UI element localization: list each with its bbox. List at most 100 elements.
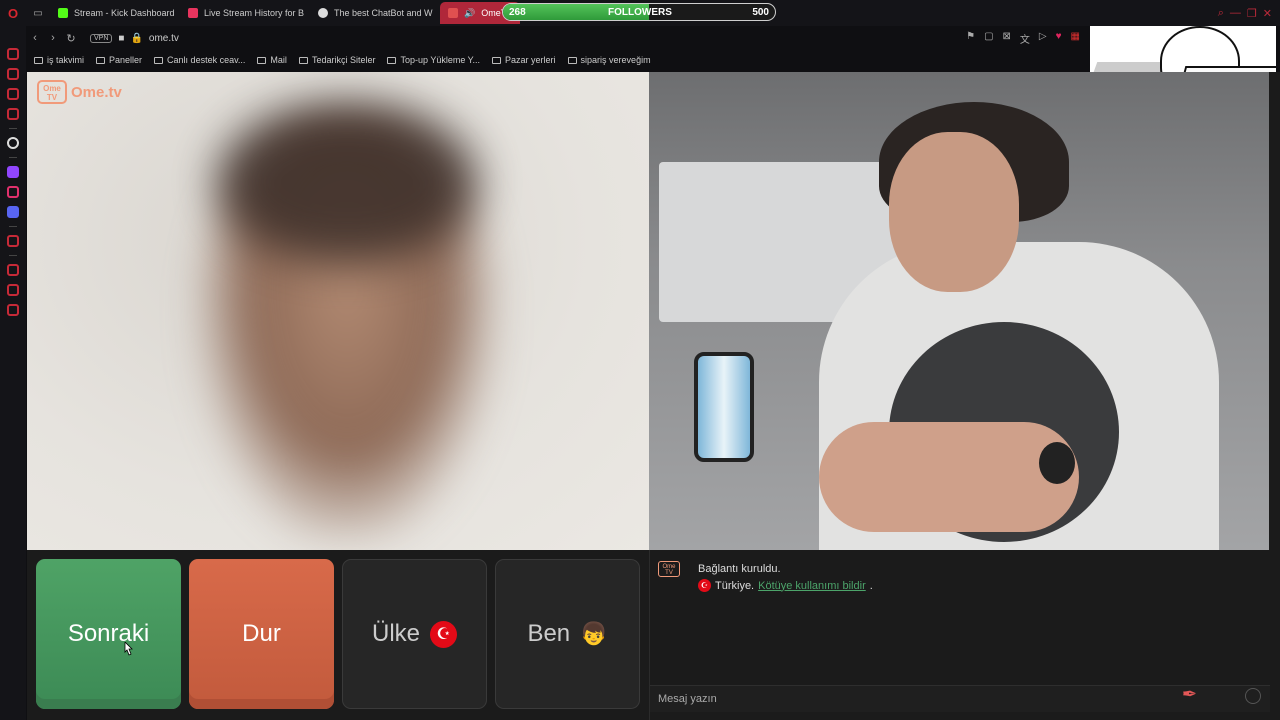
instagram-icon[interactable]	[7, 186, 19, 198]
minimize-icon[interactable]: —	[1230, 7, 1241, 19]
bookmark-label: Mail	[270, 55, 287, 65]
vpn-badge[interactable]: VPN	[90, 33, 113, 43]
chat-country-message: ☪ Türkiye. Kötüye kullanımı bildir.	[698, 579, 873, 592]
me-button-label: Ben	[527, 620, 571, 647]
close-icon[interactable]: ✕	[1263, 7, 1272, 20]
chatgpt-icon[interactable]	[7, 137, 19, 149]
address-actions: ⚑ ▢ ⊠ 文 ▷ ♥ ▦	[966, 31, 1080, 46]
folder-icon	[257, 56, 267, 64]
bookmark-folder[interactable]: Canlı destek ceav...	[154, 55, 245, 65]
turkey-flag-icon: ☪	[698, 579, 711, 592]
speed-dial-icon[interactable]	[7, 48, 19, 60]
extension-icon[interactable]: ▦	[1071, 31, 1080, 46]
chat-ometv-logo: Ome TV	[658, 561, 680, 577]
stop-button[interactable]: Dur	[189, 559, 334, 709]
bookmark-label: Top-up Yükleme Y...	[400, 55, 481, 65]
folder-icon	[492, 56, 502, 64]
bookmark-label: Tedarikçi Siteler	[311, 55, 376, 65]
translate-icon[interactable]: 文	[1020, 31, 1030, 46]
bookmark-label: Canlı destek ceav...	[167, 55, 246, 65]
bookmark-label: sipariş vereveğim	[580, 55, 651, 65]
local-video	[649, 72, 1269, 550]
me-button[interactable]: Ben 👦	[495, 559, 640, 709]
heart-icon[interactable]: ♥	[1056, 31, 1062, 46]
pin-icon[interactable]: ⚑	[966, 31, 975, 46]
folder-icon	[96, 56, 106, 64]
folder-icon	[298, 56, 308, 64]
adblock-icon[interactable]: ⊠	[1003, 31, 1011, 46]
snapshot-icon[interactable]: ▢	[984, 31, 993, 46]
browser-sidebar	[0, 26, 26, 720]
reload-icon[interactable]: ↻	[62, 32, 80, 45]
discord-icon[interactable]	[7, 206, 19, 218]
speaker-icon[interactable]: 🔊	[464, 8, 475, 19]
aria-icon[interactable]	[7, 68, 19, 80]
chat-country-text: Türkiye.	[715, 579, 755, 592]
bookmark-label: iş takvimi	[47, 55, 85, 65]
extensions-icon[interactable]	[7, 284, 19, 296]
messenger-icon[interactable]	[7, 108, 19, 120]
ometv-logo-text: Ome.tv	[71, 83, 122, 101]
arm	[819, 422, 1079, 532]
chat-panel: Ome TV Bağlantı kuruldu. ☪ Türkiye. Kötü…	[649, 550, 1270, 720]
followers-goal-widget: 268 FOLLOWERS 500	[502, 3, 776, 21]
tab-label: The best ChatBot and W	[334, 8, 433, 18]
bookmark-label: Paneller	[109, 55, 143, 65]
play-icon[interactable]: ▷	[1039, 31, 1047, 46]
bookmark-folder[interactable]: iş takvimi	[34, 55, 84, 65]
message-input[interactable]: Mesaj yazın	[650, 685, 1270, 712]
tab-bar: O ▭ Stream - Kick Dashboard Live Stream …	[0, 0, 1280, 26]
history-sidebar-icon[interactable]	[7, 264, 19, 276]
sidebar-divider	[9, 255, 17, 256]
followers-goal: 500	[752, 7, 769, 18]
bookmark-folder[interactable]: sipariş vereveğim	[567, 55, 651, 65]
stop-button-label: Dur	[242, 620, 281, 647]
followers-count: 268	[509, 7, 526, 18]
followers-label: FOLLOWERS	[608, 7, 672, 18]
tab-label: Stream - Kick Dashboard	[74, 8, 175, 18]
ometv-icon	[448, 8, 458, 18]
forward-icon[interactable]: ›	[44, 32, 62, 44]
ometv-logo[interactable]: Ome TV Ome.tv	[37, 80, 122, 104]
opera-logo-icon[interactable]: O	[0, 0, 26, 26]
streamer	[799, 92, 1219, 550]
bookmark-folder[interactable]: Top-up Yükleme Y...	[387, 55, 480, 65]
search-icon[interactable]: ⌕	[1218, 7, 1224, 20]
maximize-icon[interactable]: ❐	[1247, 7, 1257, 20]
tab-stream-history[interactable]: Live Stream History for B	[180, 2, 310, 24]
turkey-flag-icon: ☪	[430, 620, 457, 648]
emoji-icon[interactable]	[1245, 688, 1261, 704]
news-icon[interactable]	[7, 88, 19, 100]
mouse-cursor-icon	[124, 642, 133, 656]
folder-icon	[154, 56, 164, 64]
ometv-logo-badge: Ome TV	[37, 80, 67, 104]
camera-icon[interactable]: ■	[118, 33, 124, 44]
settings-icon[interactable]	[7, 304, 19, 316]
bookmark-folder[interactable]: Mail	[257, 55, 287, 65]
music-player-icon[interactable]	[7, 235, 19, 247]
twitch-icon[interactable]	[7, 166, 19, 178]
chat-period: .	[869, 579, 873, 592]
url-field[interactable]: ome.tv	[149, 33, 179, 44]
watch	[1039, 442, 1075, 484]
bookmark-folder[interactable]: Tedarikçi Siteler	[298, 55, 376, 65]
bookmark-folder[interactable]: Paneller	[96, 55, 142, 65]
lock-icon: 🔒	[130, 32, 143, 44]
country-button[interactable]: Ülke ☪	[342, 559, 487, 709]
bookmark-folder[interactable]: Pazar yerleri	[492, 55, 556, 65]
report-abuse-link[interactable]: Kötüye kullanımı bildir	[758, 580, 866, 592]
ometv-page: Ome TV Ome.tv Sonraki Dur Ülke ☪ Ben 👦 O…	[27, 72, 1280, 720]
remote-hair-blur	[217, 102, 477, 262]
window-controls: ⌕ — ❐ ✕	[1218, 0, 1280, 26]
tab-label: Live Stream History for B	[204, 8, 305, 18]
back-icon[interactable]: ‹	[26, 32, 44, 44]
folder-icon	[34, 56, 43, 64]
tab-kick-dashboard[interactable]: Stream - Kick Dashboard	[50, 2, 180, 24]
folder-icon	[567, 56, 577, 64]
tab-chatbot[interactable]: The best ChatBot and W	[310, 2, 440, 24]
next-button[interactable]: Sonraki	[36, 559, 181, 709]
country-button-label: Ülke	[371, 620, 420, 647]
bookmark-label: Pazar yerleri	[505, 55, 556, 65]
workspaces-icon[interactable]: ▭	[26, 0, 50, 26]
face	[889, 132, 1019, 292]
